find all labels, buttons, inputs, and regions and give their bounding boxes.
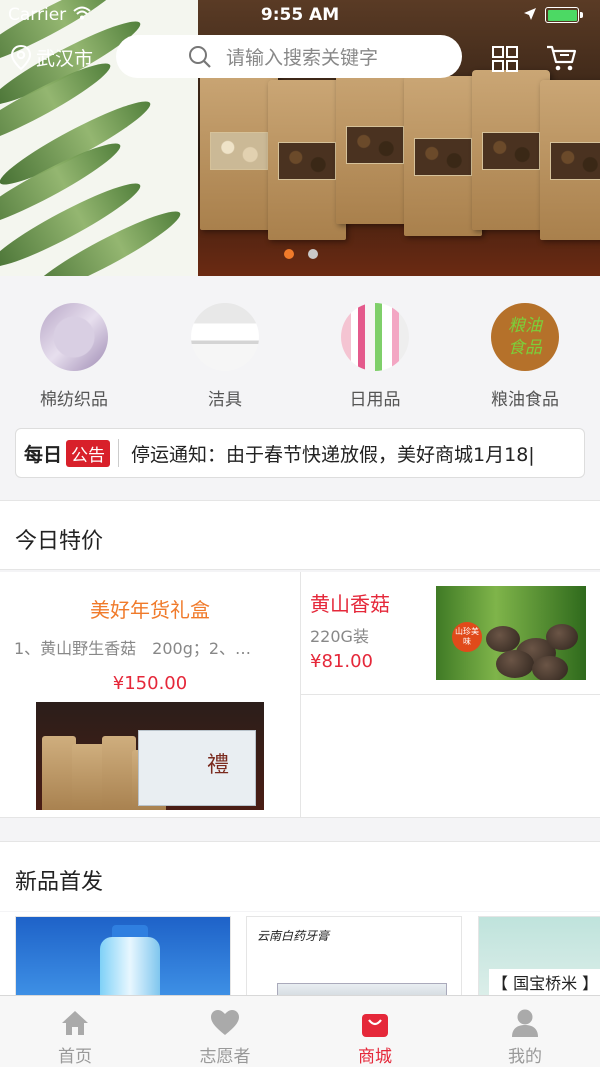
heart-icon xyxy=(211,1010,239,1035)
category-label: 棉纺织品 xyxy=(40,390,108,410)
location-arrow-icon xyxy=(524,8,536,20)
category-grain-oil-food-image: 粮油食品 xyxy=(491,303,559,371)
clock: 9:55 AM xyxy=(260,5,340,25)
category-image-lettering: 粮油食品 xyxy=(508,316,542,358)
announcement-text[interactable]: 停运通知：由于春节快递放假，美好商城1月18| xyxy=(131,440,535,467)
search-bar[interactable]: 请输入搜索关键字 xyxy=(116,35,462,78)
announcement-divider xyxy=(118,439,120,467)
category-textiles[interactable]: 棉纺织品 xyxy=(14,303,134,410)
category-label: 粮油食品 xyxy=(491,390,559,410)
battery-icon xyxy=(545,7,583,23)
category-textiles-image xyxy=(40,303,108,371)
tab-mine[interactable]: 我的 xyxy=(450,996,600,1067)
status-bar: Carrier 9:55 AM xyxy=(0,0,600,30)
tab-label: 我的 xyxy=(508,1047,542,1067)
tab-volunteer[interactable]: 志愿者 xyxy=(150,996,300,1067)
announcement-badge: 公告 xyxy=(66,439,111,467)
announcement-daily-label: 每日 xyxy=(24,443,63,466)
carousel-dot[interactable] xyxy=(308,249,318,259)
tab-label: 志愿者 xyxy=(199,1047,251,1067)
product-price: ¥150.00 xyxy=(112,673,188,694)
tab-label: 首页 xyxy=(58,1047,92,1067)
tab-bar: 首页 志愿者 商城 我的 xyxy=(0,995,600,1067)
category-label: 日用品 xyxy=(349,390,401,410)
city-label: 武汉市 xyxy=(36,48,94,70)
cart-icon[interactable] xyxy=(546,43,578,73)
announcement-bar[interactable]: 每日 公告 停运通知：由于春节快递放假，美好商城1月18| xyxy=(15,428,585,478)
special-product-card[interactable]: 黄山香菇 220G装 ¥81.00 山珍美味 xyxy=(301,572,600,695)
section-title-specials: 今日特价 xyxy=(0,500,600,570)
product-image-lettering: 山珍美味 xyxy=(452,622,482,652)
product-image-lettering: 【 国宝桥米 】 xyxy=(489,969,600,995)
shopping-bag-icon xyxy=(362,1014,388,1037)
location-pin-icon xyxy=(10,44,32,70)
product-image-lettering: 禮 xyxy=(206,753,229,778)
category-grain-oil-food[interactable]: 粮油食品 粮油食品 xyxy=(465,303,585,410)
product-spec: 220G装 xyxy=(310,627,369,646)
category-daily-goods[interactable]: 日用品 xyxy=(315,303,435,410)
tab-home[interactable]: 首页 xyxy=(0,996,150,1067)
city-selector[interactable]: 武汉市 xyxy=(10,44,93,71)
product-image: 山珍美味 xyxy=(436,586,586,680)
category-grid: 棉纺织品 洁具 日用品 粮油食品 粮油食品 xyxy=(0,276,600,421)
special-product-card[interactable]: 美好年货礼盒 1、黄山野生香菇 200g；2、… ¥150.00 禮 xyxy=(0,572,301,818)
tab-label: 商城 xyxy=(358,1047,392,1067)
screen: Carrier 9:55 AM 武汉市 请输入搜索关键字 棉纺织品 洁具 日用品… xyxy=(0,0,600,1067)
home-icon xyxy=(62,1011,88,1035)
category-label: 洁具 xyxy=(208,390,242,410)
category-sanitary-image xyxy=(191,303,259,371)
product-name: 黄山香菇 xyxy=(310,592,390,616)
carousel-page-indicator[interactable] xyxy=(284,249,318,259)
product-image: 禮 xyxy=(36,702,264,810)
search-icon xyxy=(189,46,211,68)
product-price: ¥81.00 xyxy=(310,651,373,672)
product-image-lettering: 云南白药牙膏 xyxy=(257,929,330,943)
product-description: 1、黄山野生香菇 200g；2、… xyxy=(14,639,252,658)
carousel-dot-active[interactable] xyxy=(284,249,294,259)
specials-grid: 美好年货礼盒 1、黄山野生香菇 200g；2、… ¥150.00 禮 黄山香菇 … xyxy=(0,572,600,818)
scan-grid-icon[interactable] xyxy=(491,45,519,73)
section-title-new-products: 新品首发 xyxy=(0,841,600,911)
tab-mall[interactable]: 商城 xyxy=(300,996,450,1067)
search-placeholder: 请输入搜索关键字 xyxy=(226,47,379,69)
category-daily-goods-image xyxy=(341,303,409,371)
category-sanitary[interactable]: 洁具 xyxy=(165,303,285,410)
person-icon xyxy=(512,1009,538,1037)
product-name: 美好年货礼盒 xyxy=(90,598,210,622)
